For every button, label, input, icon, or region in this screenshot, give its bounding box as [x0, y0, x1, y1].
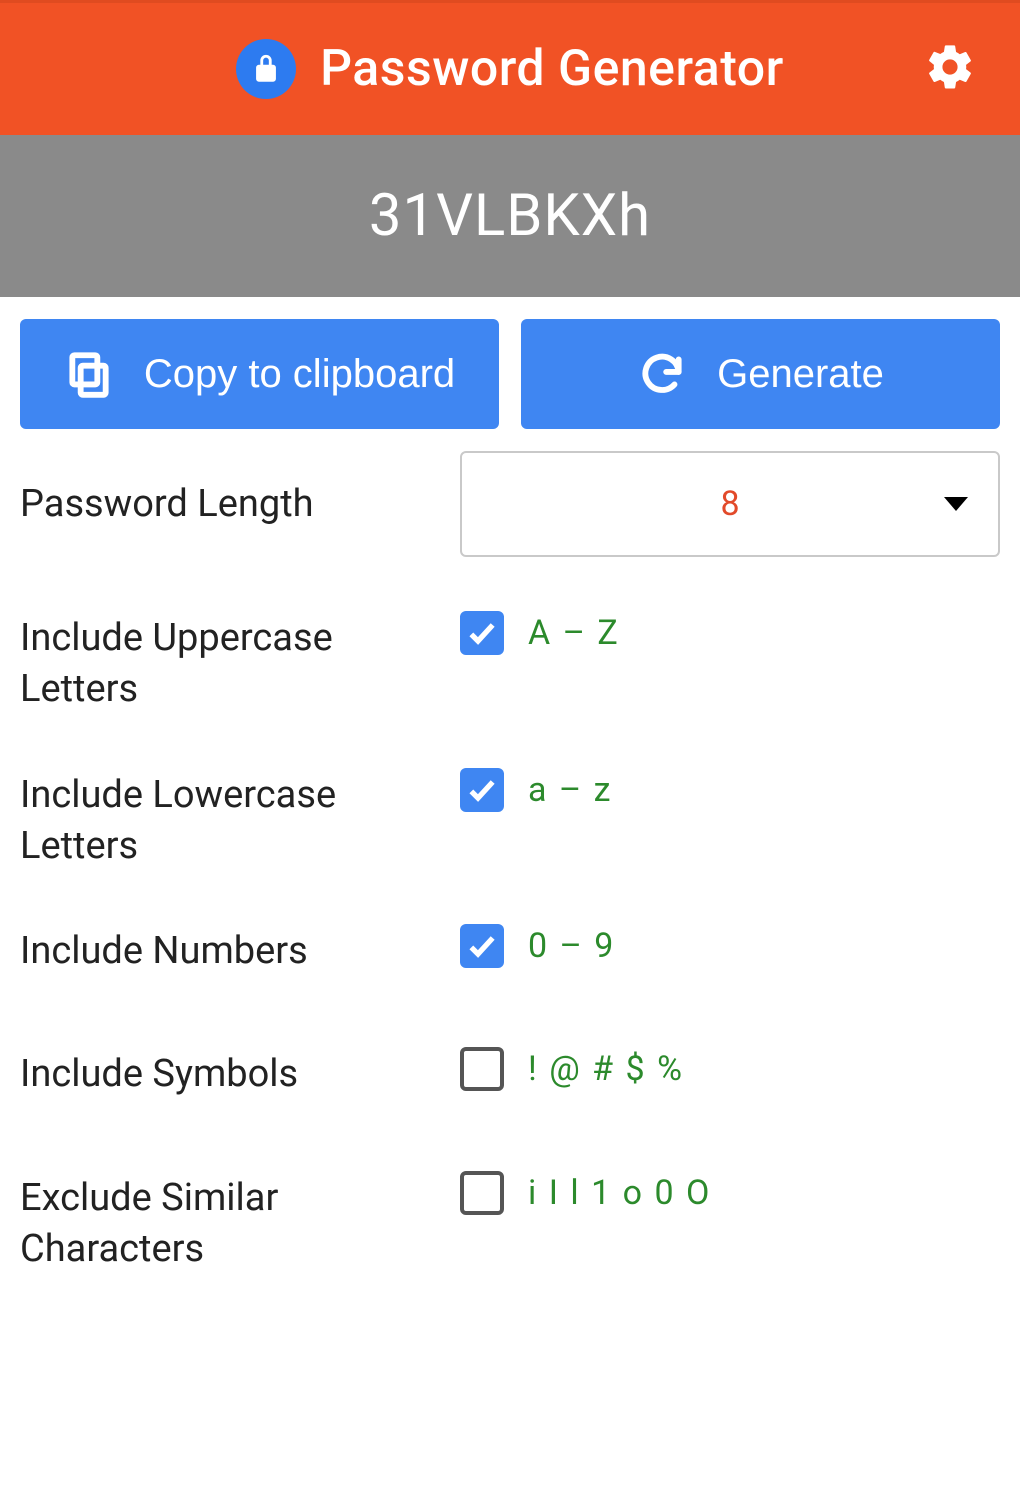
option-lowercase: Include Lowercase Letters a – z: [20, 742, 1000, 899]
generate-button[interactable]: Generate: [521, 319, 1000, 429]
option-uppercase-hint: A – Z: [528, 613, 620, 653]
generated-password: 31VLBKXh: [0, 135, 1020, 297]
option-lowercase-label: Include Lowercase Letters: [20, 768, 460, 873]
generate-button-label: Generate: [717, 352, 884, 397]
copy-button[interactable]: Copy to clipboard: [20, 319, 499, 429]
copy-button-label: Copy to clipboard: [144, 352, 455, 397]
password-length-value: 8: [720, 484, 739, 524]
option-similar-hint: i I l 1 o 0 O: [528, 1173, 711, 1213]
app-header: Password Generator: [0, 3, 1020, 135]
gear-icon: [924, 41, 976, 97]
option-numbers-checkbox[interactable]: [460, 924, 504, 968]
lock-icon: [236, 39, 296, 99]
action-buttons: Copy to clipboard Generate: [20, 319, 1000, 429]
option-uppercase-label: Include Uppercase Letters: [20, 611, 460, 716]
option-symbols: Include Symbols ! @ # $ %: [20, 1003, 1000, 1126]
app-title: Password Generator: [320, 40, 784, 98]
option-numbers-hint: 0 – 9: [528, 926, 615, 966]
option-similar: Exclude Similar Characters i I l 1 o 0 O: [20, 1127, 1000, 1302]
password-length-label: Password Length: [20, 482, 460, 526]
chevron-down-icon: [944, 497, 968, 511]
content-area: Copy to clipboard Generate Password Leng…: [0, 297, 1020, 1502]
option-similar-label: Exclude Similar Characters: [20, 1171, 460, 1276]
copy-icon: [64, 349, 114, 399]
refresh-icon: [637, 349, 687, 399]
option-numbers: Include Numbers 0 – 9: [20, 898, 1000, 1003]
option-numbers-label: Include Numbers: [20, 924, 460, 977]
option-lowercase-checkbox[interactable]: [460, 768, 504, 812]
password-length-row: Password Length 8: [20, 451, 1000, 557]
option-similar-checkbox[interactable]: [460, 1171, 504, 1215]
option-lowercase-hint: a – z: [528, 770, 613, 810]
header-center: Password Generator: [236, 39, 784, 99]
option-symbols-label: Include Symbols: [20, 1047, 460, 1100]
option-symbols-hint: ! @ # $ %: [528, 1049, 684, 1089]
option-uppercase: Include Uppercase Letters A – Z: [20, 585, 1000, 742]
settings-button[interactable]: [920, 39, 980, 99]
option-symbols-checkbox[interactable]: [460, 1047, 504, 1091]
option-uppercase-checkbox[interactable]: [460, 611, 504, 655]
password-length-select[interactable]: 8: [460, 451, 1000, 557]
